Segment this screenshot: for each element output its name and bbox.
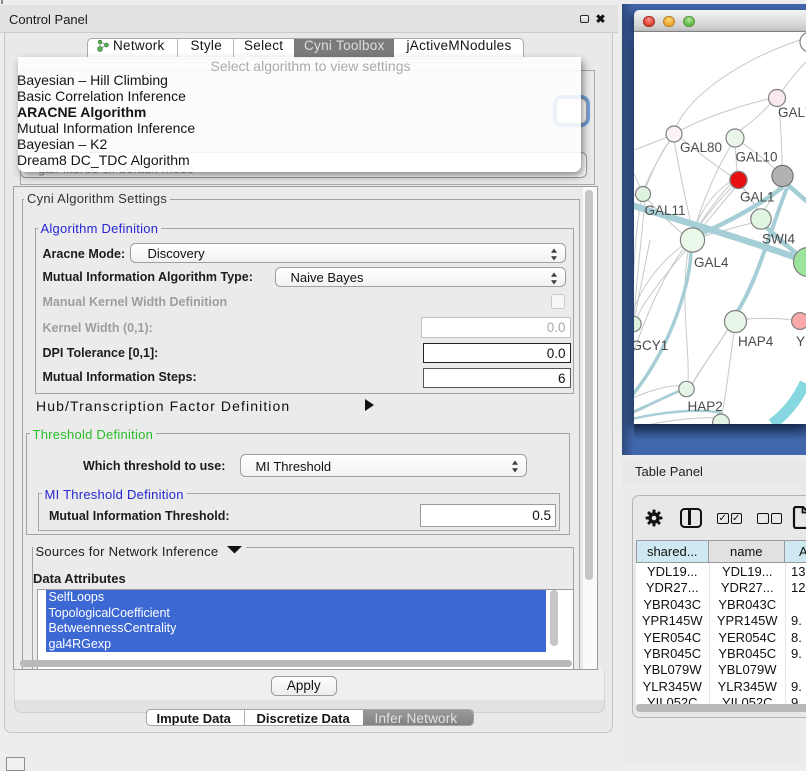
svg-text:GAL10: GAL10 [736,150,778,165]
svg-text:HAP4: HAP4 [738,334,774,349]
svg-text:Y: Y [796,334,805,349]
svg-text:GAL11: GAL11 [645,203,686,218]
svg-text:GAL80: GAL80 [680,140,722,155]
svg-text:GCY1: GCY1 [634,338,668,353]
svg-text:GAL1: GAL1 [740,190,775,205]
svg-text:HAP2: HAP2 [688,399,723,414]
svg-text:GAL7: GAL7 [778,105,806,120]
svg-text:GAL4: GAL4 [694,255,729,270]
svg-text:SWI4: SWI4 [762,232,795,247]
